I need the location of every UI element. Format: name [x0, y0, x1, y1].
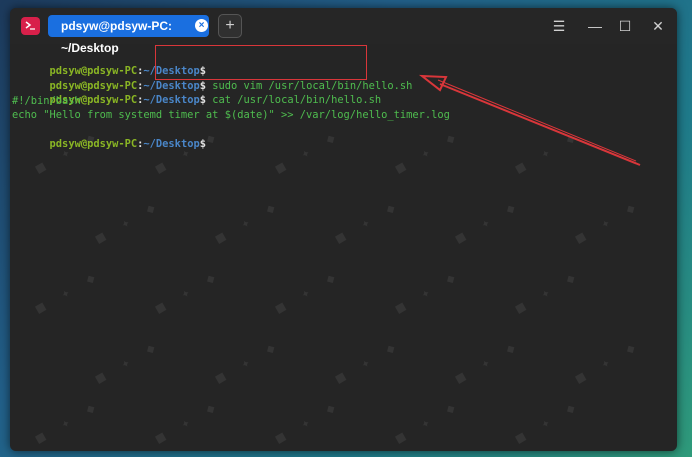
arrow-icon [418, 74, 641, 166]
annotation-arrow [418, 74, 641, 166]
